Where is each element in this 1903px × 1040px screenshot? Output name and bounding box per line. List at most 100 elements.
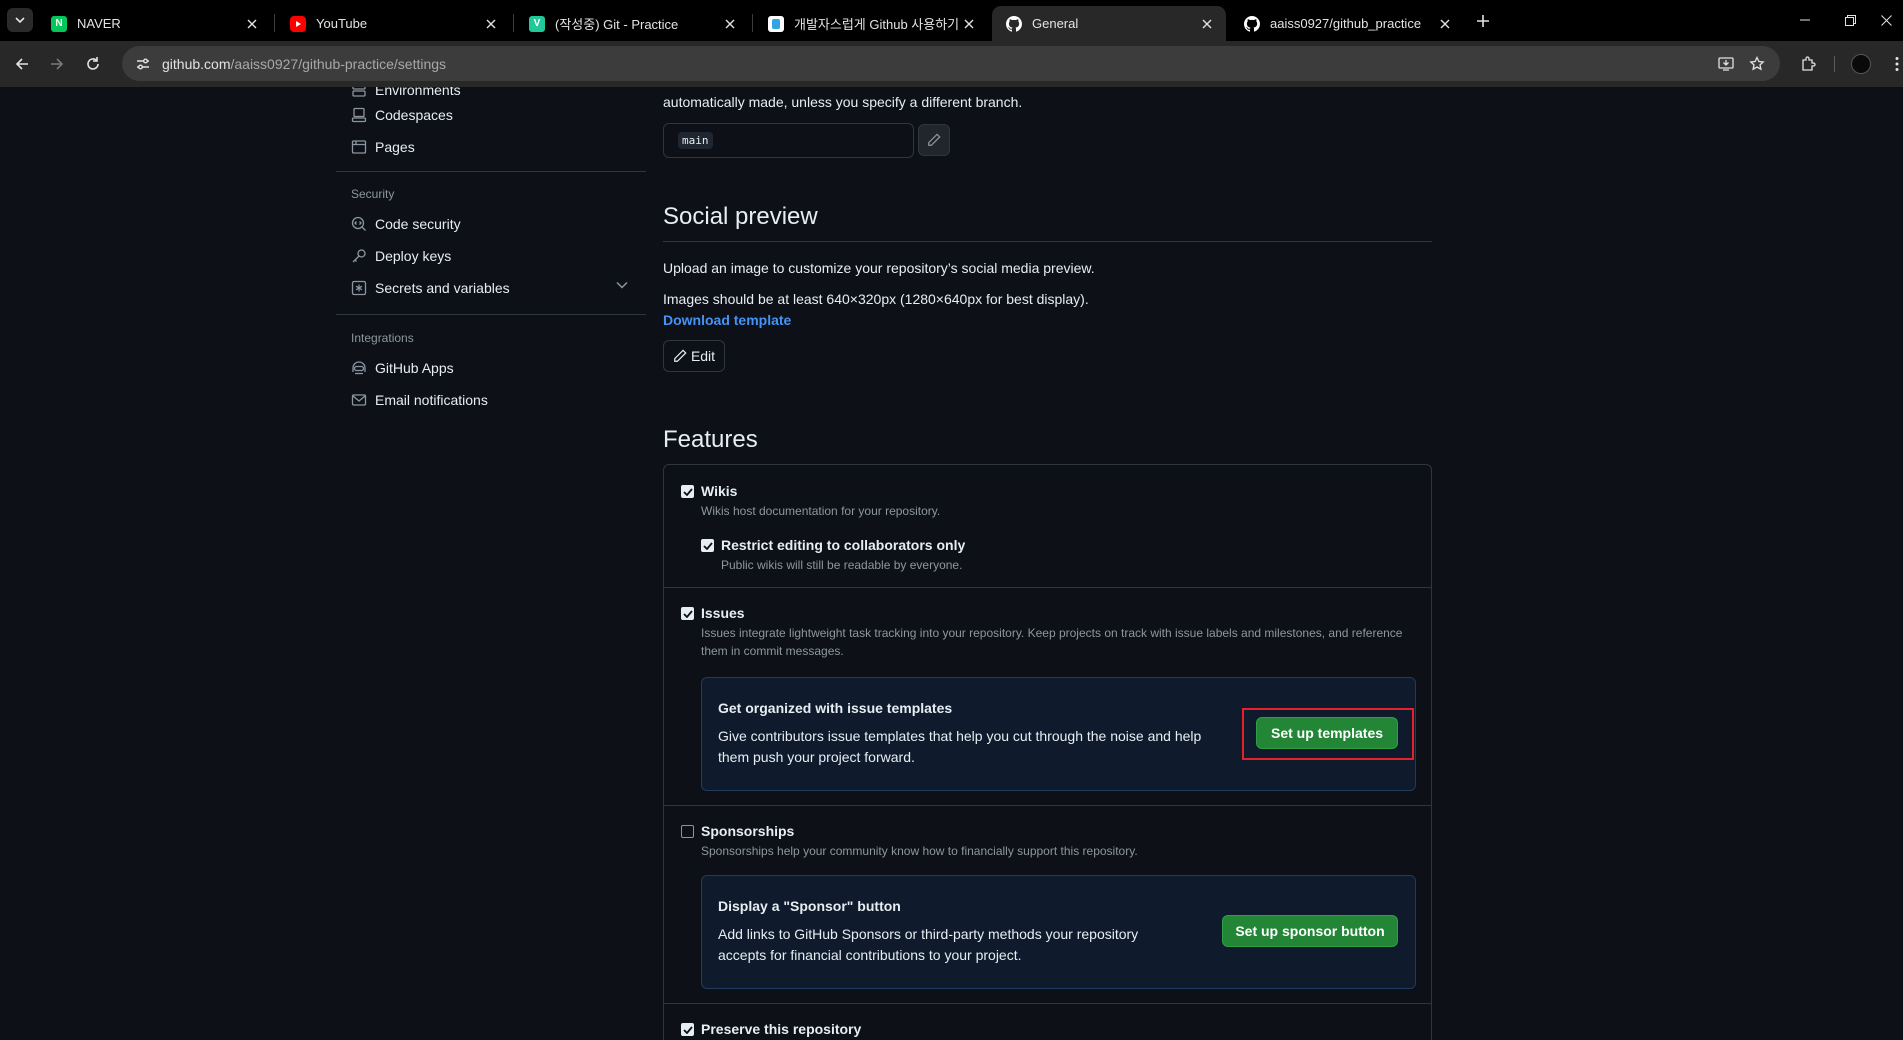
sidebar-heading-security: Security [351, 187, 395, 201]
social-preview-desc: Upload an image to customize your reposi… [663, 260, 1095, 276]
issues-label: Issues [701, 605, 745, 621]
sidebar-item-email-notifications[interactable]: Email notifications [336, 385, 646, 415]
restore-icon [1844, 14, 1856, 26]
issues-checkbox[interactable] [681, 607, 694, 620]
velog-icon: V [529, 15, 545, 32]
issue-templates-promo: Get organized with issue templates Give … [701, 677, 1416, 791]
tab-search-dropdown[interactable] [7, 8, 33, 32]
tab-general-active[interactable]: General [992, 6, 1226, 41]
close-tab-icon[interactable] [960, 15, 978, 33]
puzzle-icon [1802, 56, 1816, 71]
browser-tab-strip: N NAVER YouTube V (작성중) Git - Practice 개… [0, 0, 1903, 41]
wikis-label: Wikis [701, 483, 738, 499]
github-settings-page: Environments Codespaces Pages Security C… [0, 87, 1903, 1040]
tab-youtube[interactable]: YouTube [276, 6, 510, 41]
blog-icon [768, 15, 784, 32]
new-tab-button[interactable] [1472, 10, 1494, 32]
back-button[interactable] [10, 52, 34, 76]
sponsor-promo-title: Display a "Sponsor" button [718, 898, 901, 914]
browser-menu-button[interactable] [1885, 52, 1903, 76]
star-icon [1749, 56, 1765, 71]
sidebar-item-deploy-keys[interactable]: Deploy keys [336, 241, 646, 271]
check-icon [682, 1025, 693, 1034]
minimize-button[interactable] [1785, 8, 1825, 32]
tab-github-practice[interactable]: aaiss0927/github_practice [1230, 6, 1464, 41]
sidebar-item-code-security[interactable]: Code security [336, 209, 646, 239]
social-preview-size-note: Images should be at least 640×320px (128… [663, 291, 1089, 307]
chevron-down-icon [15, 17, 25, 23]
sponsorships-label: Sponsorships [701, 823, 795, 839]
sidebar-item-codespaces[interactable]: Codespaces [336, 100, 646, 130]
issue-templates-body: Give contributors issue templates that h… [718, 728, 1202, 765]
github-icon [1244, 15, 1260, 32]
arrow-left-icon [15, 58, 28, 70]
asterisk-icon [351, 280, 367, 296]
check-icon [682, 487, 693, 496]
bookmark-button[interactable] [1745, 52, 1769, 76]
branch-name: main [678, 132, 713, 149]
sponsor-button-promo: Display a "Sponsor" button Add links to … [701, 875, 1416, 989]
issues-desc: Issues integrate lightweight task tracki… [701, 626, 1403, 658]
mail-icon [351, 392, 367, 408]
minimize-icon [1800, 19, 1810, 21]
sidebar-item-secrets-and-variables[interactable]: Secrets and variables [336, 273, 646, 303]
close-tab-icon[interactable] [243, 15, 261, 33]
set-up-templates-button[interactable]: Set up templates [1256, 717, 1398, 749]
url-text: github.com/aaiss0927/github-practice/set… [162, 55, 447, 72]
default-branch-field: main [663, 123, 914, 158]
check-icon [702, 541, 713, 550]
restore-button[interactable] [1830, 8, 1870, 32]
rename-branch-button[interactable] [918, 124, 950, 156]
youtube-icon [290, 15, 306, 32]
pencil-icon [674, 349, 687, 362]
naver-icon: N [51, 15, 67, 32]
key-icon [351, 248, 367, 264]
profile-avatar[interactable] [1851, 54, 1871, 74]
browser-icon [351, 139, 367, 155]
restrict-editing-checkbox[interactable] [701, 539, 714, 552]
address-bar[interactable]: github.com/aaiss0927/github-practice/set… [122, 46, 1780, 81]
github-icon [1006, 15, 1022, 32]
site-info-icon[interactable] [134, 55, 152, 73]
default-branch-note: automatically made, unless you specify a… [663, 94, 1023, 110]
restrict-editing-label: Restrict editing to collaborators only [721, 537, 966, 553]
restrict-editing-desc: Public wikis will still be readable by e… [721, 558, 963, 572]
chevron-down-icon[interactable] [616, 281, 628, 289]
wikis-checkbox[interactable] [681, 485, 694, 498]
close-window-button[interactable] [1866, 8, 1903, 32]
sidebar-item-github-apps[interactable]: GitHub Apps [336, 353, 646, 383]
install-icon [1718, 57, 1734, 71]
forward-button[interactable] [45, 52, 69, 76]
check-icon [682, 609, 693, 618]
issue-templates-title: Get organized with issue templates [718, 700, 953, 716]
set-up-sponsor-button[interactable]: Set up sponsor button [1222, 915, 1398, 947]
download-template-link[interactable]: Download template [663, 312, 791, 328]
features-box: Wikis Wikis host documentation for your … [663, 464, 1432, 1040]
sidebar-item-pages[interactable]: Pages [336, 132, 646, 162]
wikis-desc: Wikis host documentation for your reposi… [701, 504, 941, 518]
social-preview-heading: Social preview [663, 203, 818, 230]
reload-icon [87, 57, 99, 70]
tab-naver[interactable]: N NAVER [37, 6, 271, 41]
pencil-icon [928, 133, 941, 146]
browser-toolbar: github.com/aaiss0927/github-practice/set… [0, 41, 1903, 87]
features-heading: Features [663, 426, 758, 453]
sponsorships-desc: Sponsorships help your community know ho… [701, 844, 1138, 858]
close-tab-icon[interactable] [1198, 15, 1216, 33]
extensions-button[interactable] [1796, 52, 1820, 76]
close-icon [1880, 14, 1892, 26]
tab-blog[interactable]: 개발자스럽게 Github 사용하기 [754, 6, 988, 41]
tab-velog[interactable]: V (작성중) Git - Practice [515, 6, 749, 41]
plus-icon [1477, 15, 1489, 27]
sponsorships-checkbox[interactable] [681, 825, 694, 838]
install-app-button[interactable] [1714, 52, 1738, 76]
close-tab-icon[interactable] [1436, 15, 1454, 33]
reload-button[interactable] [81, 52, 105, 76]
preserve-checkbox[interactable] [681, 1023, 694, 1036]
preserve-label: Preserve this repository [701, 1021, 862, 1037]
close-tab-icon[interactable] [482, 15, 500, 33]
sidebar-heading-integrations: Integrations [351, 331, 414, 345]
arrow-right-icon [51, 58, 64, 70]
close-tab-icon[interactable] [721, 15, 739, 33]
edit-social-preview-button[interactable]: Edit [663, 340, 725, 372]
